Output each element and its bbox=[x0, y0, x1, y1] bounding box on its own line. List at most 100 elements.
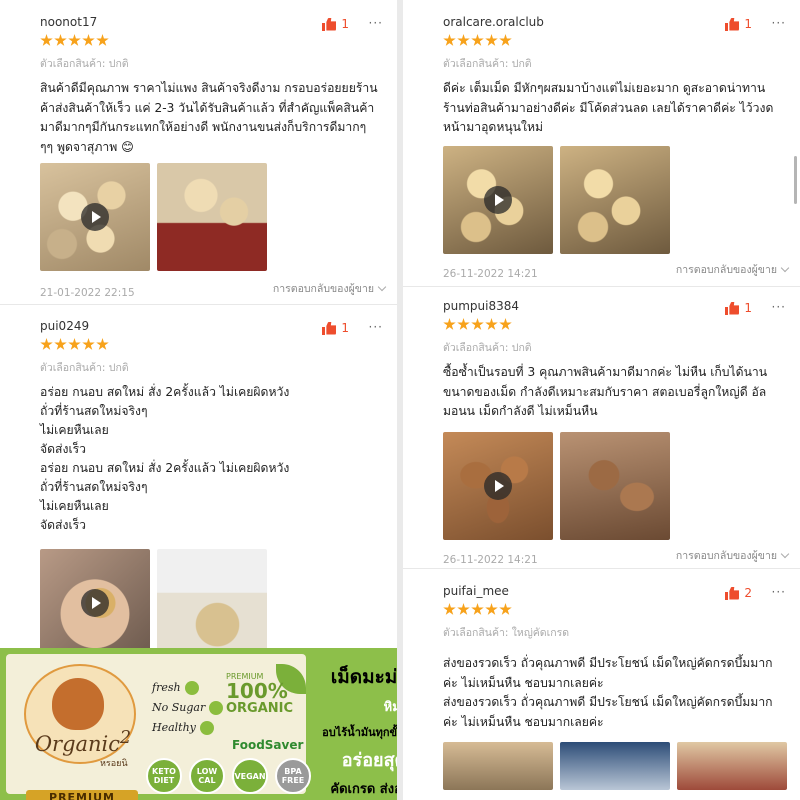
review-video-thumbnail[interactable] bbox=[443, 431, 553, 540]
bpa-free-badge-icon: BPA FREE bbox=[275, 758, 311, 794]
star-icon bbox=[68, 338, 81, 350]
like-count: 1 bbox=[341, 17, 349, 31]
organic-percent: 100% bbox=[226, 679, 288, 703]
promo-title: เม็ดมะม่วง bbox=[330, 666, 397, 688]
review-video-thumbnail[interactable] bbox=[40, 549, 150, 657]
divider bbox=[0, 304, 397, 305]
review-photo[interactable] bbox=[157, 163, 267, 271]
organic-word: ORGANIC bbox=[226, 701, 294, 716]
promo-process: อบไร้น้ำมันทุกขั้นตอน bbox=[322, 726, 397, 739]
like-button[interactable]: 2 bbox=[725, 585, 752, 601]
review-variant: ตัวเลือกสินค้า: ใหญ่คัดเกรด bbox=[443, 627, 570, 639]
claim-text: No Sugar bbox=[152, 701, 206, 714]
left-review-column[interactable]: noonot17 1 ··· ตัวเลือกสินค้า: ปกติ สินค… bbox=[0, 0, 397, 800]
brand-tagline: หรอยนิ bbox=[100, 759, 128, 769]
star-rating bbox=[443, 603, 800, 617]
star-icon bbox=[68, 34, 81, 46]
star-rating bbox=[40, 338, 397, 352]
review-photo[interactable] bbox=[157, 549, 267, 657]
star-icon bbox=[443, 34, 456, 46]
review-photo[interactable] bbox=[560, 742, 670, 790]
review-meta: 26-11-2022 14:21 การตอบกลับของผู้ขาย bbox=[443, 262, 800, 280]
like-count: 2 bbox=[744, 586, 752, 600]
seller-reply-label: การตอบกลับของผู้ขาย bbox=[675, 263, 777, 276]
thumbs-up-icon bbox=[725, 587, 739, 600]
review-item: pumpui8384 1 ··· ตัวเลือกสินค้า: ปกติ ซื… bbox=[403, 298, 800, 566]
review-text: ส่งของรวดเร็ว ถั่วคุณภาพดี มีประโยชน์ เม… bbox=[443, 656, 773, 729]
star-icon bbox=[96, 338, 109, 350]
chevron-down-icon bbox=[780, 263, 790, 272]
star-icon bbox=[40, 34, 53, 46]
star-icon bbox=[485, 34, 498, 46]
divider bbox=[403, 568, 800, 569]
review-media bbox=[443, 145, 800, 254]
brand-logo: Organic2 หรอยนิ PREMIUM bbox=[18, 664, 148, 800]
star-icon bbox=[54, 338, 67, 350]
promo-subtitle: หิมพานต์ bbox=[383, 700, 397, 715]
chevron-down-icon bbox=[377, 282, 387, 292]
play-icon[interactable] bbox=[484, 185, 512, 214]
review-item: puifai_mee 2 ··· ตัวเลือกสินค้า: ใหญ่คัด… bbox=[403, 583, 800, 790]
play-icon[interactable] bbox=[81, 203, 109, 231]
review-video-thumbnail[interactable] bbox=[40, 163, 150, 271]
like-button[interactable]: 1 bbox=[322, 320, 349, 336]
more-options-button[interactable]: ··· bbox=[772, 16, 786, 30]
promo-tagline: อร่อยสุด bbox=[341, 750, 397, 771]
review-photo[interactable] bbox=[560, 431, 670, 540]
star-icon bbox=[443, 603, 456, 615]
review-variant: ตัวเลือกสินค้า: ปกติ bbox=[40, 58, 129, 70]
review-date: 21-01-2022 22:15 bbox=[40, 287, 135, 299]
star-icon bbox=[82, 338, 95, 350]
review-photo[interactable] bbox=[560, 145, 670, 254]
more-options-button[interactable]: ··· bbox=[772, 300, 786, 314]
seller-reply-toggle[interactable]: การตอบกลับของผู้ขาย bbox=[675, 548, 790, 564]
review-photo[interactable] bbox=[443, 742, 553, 790]
check-icon bbox=[209, 701, 224, 715]
more-options-button[interactable]: ··· bbox=[369, 320, 383, 334]
star-icon bbox=[499, 318, 512, 330]
star-icon bbox=[457, 318, 470, 330]
star-icon bbox=[40, 338, 53, 350]
like-button[interactable]: 1 bbox=[725, 16, 752, 32]
thumbs-up-icon bbox=[725, 18, 739, 31]
seller-reply-label: การตอบกลับของผู้ขาย bbox=[272, 283, 374, 295]
review-media bbox=[40, 549, 397, 657]
right-review-column[interactable]: oralcare.oralclub 1 ··· ตัวเลือกสินค้า: … bbox=[403, 0, 800, 800]
star-rating bbox=[40, 34, 397, 48]
like-count: 1 bbox=[744, 301, 752, 315]
like-button[interactable]: 1 bbox=[322, 16, 349, 32]
review-item: pui0249 1 ··· ตัวเลือกสินค้า: ปกติ อร่อย… bbox=[0, 318, 397, 657]
premium-ribbon: PREMIUM bbox=[26, 790, 138, 800]
more-options-button[interactable]: ··· bbox=[369, 16, 383, 30]
thumbs-up-icon bbox=[322, 322, 336, 335]
star-icon bbox=[499, 34, 512, 46]
review-photo[interactable] bbox=[677, 742, 787, 790]
review-video-thumbnail[interactable] bbox=[443, 145, 553, 254]
star-icon bbox=[457, 34, 470, 46]
like-button[interactable]: 1 bbox=[725, 300, 752, 316]
review-meta: 21-01-2022 22:15 การตอบกลับของผู้ขาย bbox=[40, 281, 397, 299]
review-meta: 26-11-2022 14:21 การตอบกลับของผู้ขาย bbox=[443, 548, 800, 566]
vegan-badge-icon: VEGAN bbox=[232, 758, 268, 794]
seller-reply-label: การตอบกลับของผู้ขาย bbox=[675, 549, 777, 562]
review-item: noonot17 1 ··· ตัวเลือกสินค้า: ปกติ สินค… bbox=[0, 14, 397, 299]
star-rating bbox=[443, 318, 800, 332]
play-icon[interactable] bbox=[484, 471, 512, 500]
seller-reply-toggle[interactable]: การตอบกลับของผู้ขาย bbox=[272, 281, 387, 297]
play-icon[interactable] bbox=[81, 589, 109, 617]
seller-reply-toggle[interactable]: การตอบกลับของผู้ขาย bbox=[675, 262, 790, 278]
like-count: 1 bbox=[744, 17, 752, 31]
review-text: สินค้าดีมีคุณภาพ ราคาไม่แพง สินค้าจริงดี… bbox=[40, 81, 378, 154]
divider bbox=[403, 286, 800, 287]
review-text: ซื้อซ้ำเป็นรอบที่ 3 คุณภาพสินค้ามาดีมากค… bbox=[443, 365, 768, 418]
check-icon bbox=[184, 681, 199, 695]
promo-grade: คัดเกรด ส่งออก bbox=[330, 782, 397, 797]
promo-banner[interactable]: Organic2 หรอยนิ PREMIUM fresh No Sugar H… bbox=[0, 648, 397, 800]
star-icon bbox=[471, 318, 484, 330]
star-icon bbox=[54, 34, 67, 46]
star-icon bbox=[82, 34, 95, 46]
star-icon bbox=[499, 603, 512, 615]
star-icon bbox=[471, 603, 484, 615]
thumbs-up-icon bbox=[322, 18, 336, 31]
more-options-button[interactable]: ··· bbox=[772, 585, 786, 599]
